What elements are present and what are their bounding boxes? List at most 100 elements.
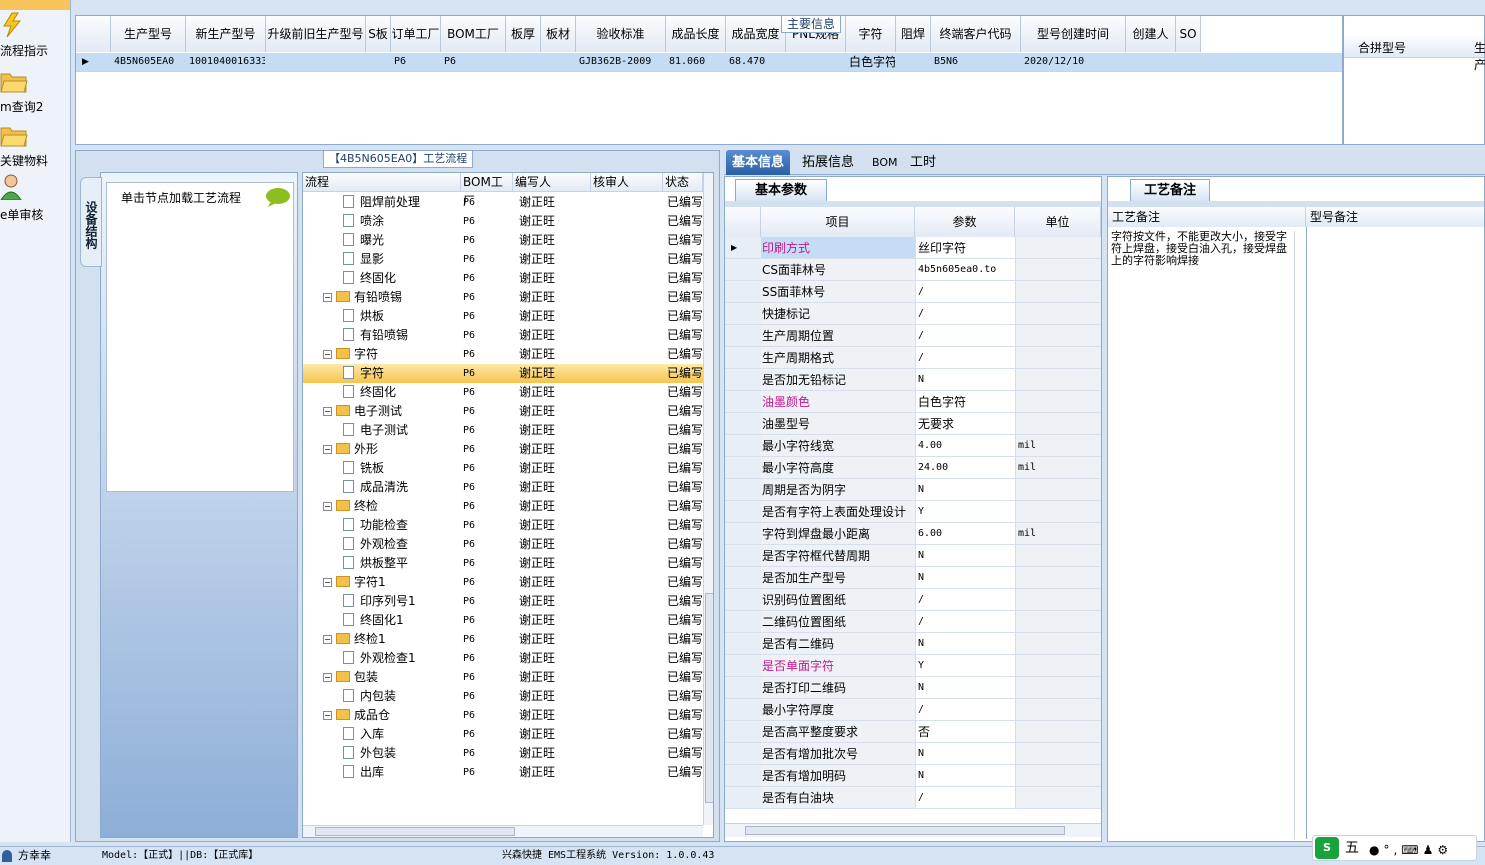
param-value[interactable]: 4b5n605ea0.to [915, 259, 1015, 280]
tree-row[interactable]: 烘板整平 P6 谢正旺 已编写 [303, 554, 703, 573]
cell-main-10[interactable]: 68.470 [729, 53, 785, 71]
tree-row[interactable]: − 包装 P6 谢正旺 已编写 [303, 668, 703, 687]
ime-mode[interactable]: 五 [1345, 839, 1359, 857]
subtab-process-notes[interactable]: 工艺备注 [1130, 179, 1210, 201]
collapse-icon[interactable]: − [323, 711, 332, 720]
param-row[interactable]: 最小字符高度 24.00 mil [725, 457, 1101, 479]
grid-row-selected[interactable]: ▶ 4B5N605EA0 10010400163330 P6 P6 GJB362B-20… [76, 53, 1342, 71]
param-value[interactable]: / [915, 699, 1015, 720]
collapse-icon[interactable]: − [323, 407, 332, 416]
param-row[interactable]: 是否有二维码 N [725, 633, 1101, 655]
param-row[interactable]: 二维码位置图纸 / [725, 611, 1101, 633]
param-row[interactable]: 最小字符线宽 4.00 mil [725, 435, 1101, 457]
cell-main-15[interactable]: 2020/12/10 [1024, 53, 1125, 71]
param-row[interactable]: SS面菲林号 / [725, 281, 1101, 303]
ime-toolbar[interactable]: S 五 ●°,⌨♟⚙ [1312, 835, 1477, 861]
col-main-4[interactable]: 订单工厂 [391, 16, 441, 52]
param-value[interactable]: 丝印字符 [915, 237, 1015, 258]
col-item[interactable]: 项目 [761, 207, 915, 237]
tree-row[interactable]: 外观检查1 P6 谢正旺 已编写 [303, 649, 703, 668]
col-main-10[interactable]: 成品宽度 [726, 16, 786, 52]
nav-item-materials[interactable]: 关键物料 [0, 122, 71, 172]
param-value[interactable]: / [915, 325, 1015, 346]
param-value[interactable]: / [915, 611, 1015, 632]
subtab-basic-params[interactable]: 基本参数 [735, 179, 827, 201]
cell-main-1[interactable]: 10010400163330 [189, 53, 265, 71]
col-writer[interactable]: 编写人 [513, 173, 591, 192]
param-row[interactable]: 是否有字符上表面处理设计 Y [725, 501, 1101, 523]
col-main-13[interactable]: 阻焊 [896, 16, 931, 52]
col-main-6[interactable]: 板厚 [506, 16, 541, 52]
tree-row[interactable]: − 电子测试 P6 谢正旺 已编写 [303, 402, 703, 421]
param-row[interactable]: 是否有增加明码 N [725, 765, 1101, 787]
tree-row[interactable]: 功能检查 P6 谢正旺 已编写 [303, 516, 703, 535]
param-row[interactable]: 是否有白油块 / [725, 787, 1101, 809]
tree-row[interactable]: 有铅喷锡 P6 谢正旺 已编写 [303, 326, 703, 345]
collapse-icon[interactable]: − [323, 502, 332, 511]
tree-row[interactable]: − 终检 P6 谢正旺 已编写 [303, 497, 703, 516]
tree-vscrollbar[interactable] [703, 173, 713, 825]
tree-row[interactable]: − 字符1 P6 谢正旺 已编写 [303, 573, 703, 592]
col-main-1[interactable]: 新生产型号 [186, 16, 266, 52]
tree-row[interactable]: − 有铅喷锡 P6 谢正旺 已编写 [303, 288, 703, 307]
param-value[interactable]: Y [915, 655, 1015, 676]
param-row[interactable]: 是否加生产型号 N [725, 567, 1101, 589]
collapse-icon[interactable]: − [323, 350, 332, 359]
param-value[interactable]: N [915, 567, 1015, 588]
param-value[interactable]: 4.00 [915, 435, 1015, 456]
param-value[interactable]: 无要求 [915, 413, 1015, 434]
param-value[interactable]: N [915, 369, 1015, 390]
tree-scroll-thumb[interactable] [705, 593, 713, 803]
tree-row[interactable]: 曝光 P6 谢正旺 已编写 [303, 231, 703, 250]
tree-row[interactable]: 阻焊前处理 P6 谢正旺 已编写 [303, 193, 703, 212]
cell-main-12[interactable]: 白色字符 [849, 53, 895, 71]
param-row[interactable]: 是否字符框代替周期 N [725, 545, 1101, 567]
cell-main-14[interactable]: B5N6 [934, 53, 1020, 71]
tree-hscroll-thumb[interactable] [315, 827, 515, 836]
collapse-icon[interactable]: − [323, 578, 332, 587]
param-row[interactable]: 是否高平整度要求否 [725, 721, 1101, 743]
tree-row[interactable]: 电子测试 P6 谢正旺 已编写 [303, 421, 703, 440]
col-main-17[interactable]: SO [1176, 16, 1201, 52]
col-main-9[interactable]: 成品长度 [666, 16, 726, 52]
tab-basic-info[interactable]: 基本信息 [726, 150, 791, 175]
props-hscroll-thumb[interactable] [745, 826, 1065, 835]
col-main-8[interactable]: 验收标准 [576, 16, 666, 52]
param-value[interactable]: 6.00 [915, 523, 1015, 544]
param-value[interactable]: N [915, 677, 1015, 698]
tree-row[interactable]: 入库 P6 谢正旺 已编写 [303, 725, 703, 744]
collapse-icon[interactable]: − [323, 635, 332, 644]
param-row[interactable]: 字符到焊盘最小距离 6.00 mil [725, 523, 1101, 545]
param-value[interactable]: N [915, 743, 1015, 764]
param-value[interactable]: 否 [915, 721, 1015, 742]
col-main-14[interactable]: 终端客户代码 [931, 16, 1021, 52]
tree-row[interactable]: 终固化1 P6 谢正旺 已编写 [303, 611, 703, 630]
col-bom-factory[interactable]: BOM工厂 [461, 173, 513, 208]
param-row[interactable]: 生产周期位置 / [725, 325, 1101, 347]
param-value[interactable]: / [915, 787, 1015, 808]
col-main-0[interactable]: 生产型号 [111, 16, 186, 52]
collapse-icon[interactable]: − [323, 445, 332, 454]
param-row[interactable]: 生产周期格式 / [725, 347, 1101, 369]
param-value[interactable]: 白色字符 [915, 391, 1015, 412]
tree-row[interactable]: 终固化 P6 谢正旺 已编写 [303, 269, 703, 288]
col-unit[interactable]: 单位 [1015, 207, 1101, 237]
col-flow[interactable]: 流程 [303, 173, 461, 192]
tree-row[interactable]: 外观检查 P6 谢正旺 已编写 [303, 535, 703, 554]
notes-vscrollbar[interactable] [1294, 231, 1304, 839]
col-main-3[interactable]: S板 [366, 16, 391, 52]
param-value[interactable]: 24.00 [915, 457, 1015, 478]
param-row[interactable]: 油墨颜色 白色字符 [725, 391, 1101, 413]
props-hscrollbar[interactable] [725, 823, 1101, 837]
param-row[interactable]: 是否打印二维码 N [725, 677, 1101, 699]
tree-row[interactable]: 字符 P6 谢正旺 已编写 [303, 364, 703, 383]
nav-selected-item[interactable] [0, 0, 70, 10]
tree-row[interactable]: − 字符 P6 谢正旺 已编写 [303, 345, 703, 364]
col-main-7[interactable]: 板材 [541, 16, 576, 52]
param-row[interactable]: ▶ 印刷方式 丝印字符 [725, 237, 1101, 259]
tree-row[interactable]: 外包装 P6 谢正旺 已编写 [303, 744, 703, 763]
param-row[interactable]: 是否有增加批次号 N [725, 743, 1101, 765]
param-value[interactable]: N [915, 479, 1015, 500]
cell-main-8[interactable]: GJB362B-2009 [579, 53, 665, 71]
param-value[interactable]: N [915, 633, 1015, 654]
